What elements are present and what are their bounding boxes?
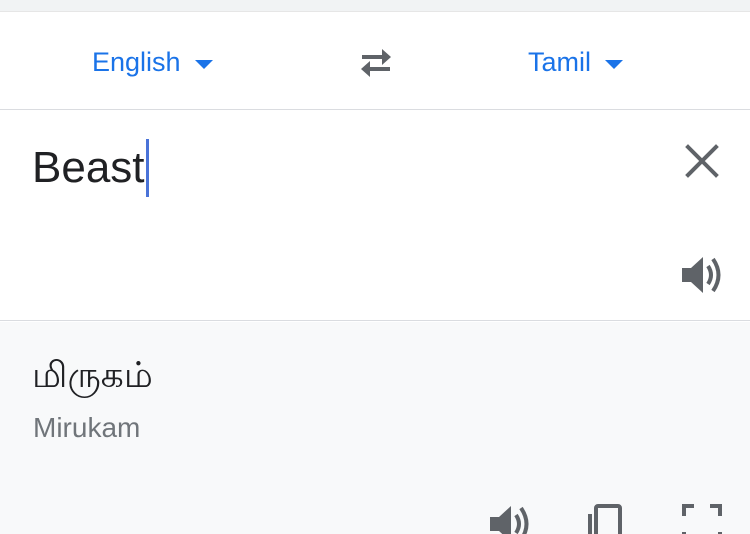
swap-arrows-icon [361,49,391,77]
source-text-field[interactable]: Beast [32,139,149,197]
source-input-area[interactable]: Beast [0,111,750,321]
copy-icon [588,504,622,534]
listen-translation-button[interactable] [486,500,534,534]
fullscreen-button[interactable] [680,502,724,534]
speaker-icon [682,257,721,293]
chevron-down-icon [605,59,624,69]
clear-button[interactable] [680,139,724,183]
translation-output-area: மிருகம் Mirukam [0,322,750,534]
target-language-button[interactable]: Tamil [528,42,624,82]
text-cursor [145,139,149,197]
fullscreen-icon [682,504,722,534]
top-strip [0,0,750,12]
speaker-icon [490,506,529,534]
target-language-label: Tamil [528,46,592,77]
source-language-label: English [92,46,181,77]
source-text: Beast [32,143,145,192]
translation-text: மிருகம் [32,355,153,396]
chevron-down-icon [194,59,213,69]
language-bar: English Tamil [0,12,750,110]
transliteration-text: Mirukam [33,412,141,443]
swap-languages-button[interactable] [352,42,400,82]
listen-source-button[interactable] [678,251,726,299]
copy-translation-button[interactable] [584,500,628,534]
source-language-button[interactable]: English [92,42,213,82]
close-icon [685,144,719,178]
